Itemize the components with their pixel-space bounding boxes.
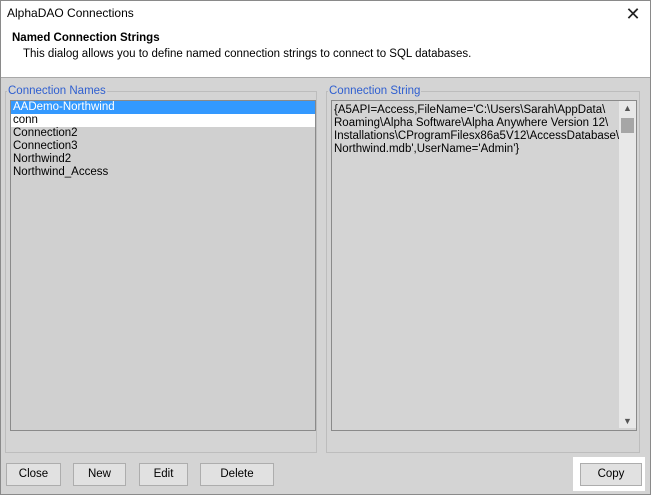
- window-title: AlphaDAO Connections: [7, 6, 134, 20]
- edit-button[interactable]: Edit: [139, 463, 188, 486]
- connection-names-group: Connection Names AADemo-Northwind conn C…: [5, 85, 317, 453]
- copy-button[interactable]: Copy: [580, 463, 642, 486]
- scroll-down-icon[interactable]: ▼: [619, 414, 636, 428]
- connection-string-field[interactable]: {A5API=Access,FileName='C:\Users\Sarah\A…: [331, 100, 637, 431]
- scroll-thumb[interactable]: [621, 118, 634, 133]
- list-item[interactable]: Connection2: [11, 127, 315, 140]
- dialog-window: AlphaDAO Connections ✕ Named Connection …: [0, 0, 651, 495]
- header-description: This dialog allows you to define named c…: [23, 48, 472, 60]
- header-title: Named Connection Strings: [12, 32, 160, 44]
- list-item[interactable]: Northwind_Access: [11, 166, 315, 179]
- delete-button[interactable]: Delete: [200, 463, 274, 486]
- close-icon[interactable]: ✕: [620, 3, 646, 25]
- close-button[interactable]: Close: [6, 463, 61, 486]
- vertical-scrollbar[interactable]: ▲ ▼: [619, 101, 636, 428]
- header-divider: [1, 77, 650, 78]
- new-button[interactable]: New: [73, 463, 126, 486]
- title-bar: AlphaDAO Connections ✕: [1, 1, 650, 27]
- connection-string-text: {A5API=Access,FileName='C:\Users\Sarah\A…: [334, 104, 620, 155]
- connection-string-label: Connection String: [328, 85, 422, 97]
- scroll-up-icon[interactable]: ▲: [619, 101, 636, 115]
- list-item[interactable]: conn: [11, 114, 315, 127]
- connection-names-list[interactable]: AADemo-Northwind conn Connection2 Connec…: [10, 100, 316, 431]
- list-item[interactable]: AADemo-Northwind: [11, 101, 315, 114]
- connection-string-group: Connection String {A5API=Access,FileName…: [326, 85, 640, 453]
- list-item[interactable]: Connection3: [11, 140, 315, 153]
- connection-names-label: Connection Names: [7, 85, 107, 97]
- dialog-header: Named Connection Strings This dialog all…: [1, 27, 650, 77]
- list-item[interactable]: Northwind2: [11, 153, 315, 166]
